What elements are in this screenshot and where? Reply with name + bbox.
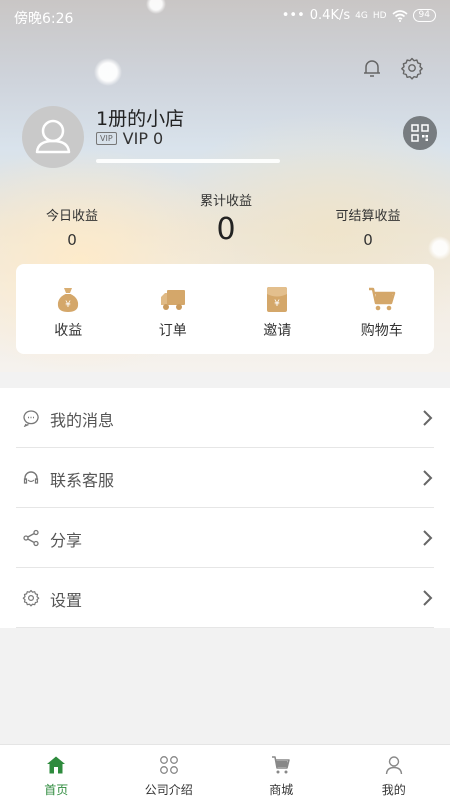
- shortcut-cart-label: 购物车: [360, 323, 403, 339]
- total-earnings-value: 0: [216, 212, 236, 247]
- shortcut-card: ¥ 收益 订单 ¥ 邀请 购物车: [16, 264, 434, 354]
- vip-row: VIP VIP 0: [96, 129, 163, 148]
- menu-item-support[interactable]: 联系客服: [16, 448, 434, 508]
- svg-text:¥: ¥: [274, 299, 280, 309]
- shortcut-earnings-label: 收益: [54, 323, 83, 339]
- today-earnings: 今日收益 0: [22, 205, 122, 249]
- shortcut-invite[interactable]: ¥ 邀请: [225, 264, 330, 354]
- nav-mine-label: 我的: [381, 783, 406, 797]
- message-icon: [23, 410, 39, 427]
- chevron-right-icon: [423, 470, 433, 486]
- gear-icon[interactable]: [400, 56, 424, 80]
- apps-icon: [159, 756, 178, 774]
- today-earnings-value: 0: [67, 231, 77, 249]
- qr-code-icon: [411, 124, 429, 142]
- shopping-cart-icon: [368, 287, 395, 311]
- default-user-icon: [35, 119, 71, 154]
- today-earnings-label: 今日收益: [45, 209, 98, 224]
- wifi-icon: [392, 9, 408, 22]
- nav-mall[interactable]: 商城: [225, 745, 338, 800]
- menu-list: 我的消息 联系客服 分享 设置: [0, 388, 450, 628]
- battery-indicator: 94: [412, 9, 436, 22]
- home-icon: [47, 756, 66, 774]
- chevron-right-icon: [423, 590, 433, 606]
- menu-label-settings: 设置: [50, 591, 83, 610]
- avatar[interactable]: [22, 106, 84, 168]
- settlable-earnings-label: 可结算收益: [335, 209, 401, 224]
- nav-home[interactable]: 首页: [0, 745, 113, 800]
- share-icon: [23, 529, 39, 547]
- status-time: 傍晚6:26: [14, 11, 74, 27]
- menu-label-support: 联系客服: [50, 471, 115, 490]
- svg-text:¥: ¥: [65, 300, 71, 310]
- menu-label-messages: 我的消息: [50, 411, 115, 430]
- nav-mall-label: 商城: [269, 783, 294, 797]
- chevron-right-icon: [423, 530, 433, 546]
- nav-mine[interactable]: 我的: [338, 745, 450, 800]
- settlable-earnings-value: 0: [363, 231, 373, 249]
- truck-icon: [160, 290, 185, 310]
- money-bag-icon: ¥: [58, 288, 79, 312]
- bottom-nav: 首页 公司介绍 商城 我的: [0, 744, 450, 800]
- signal-hd-icon: HD: [372, 10, 387, 21]
- menu-item-share[interactable]: 分享: [16, 508, 434, 568]
- shortcut-orders-label: 订单: [158, 323, 187, 339]
- nav-company-label: 公司介绍: [144, 783, 193, 797]
- red-envelope-icon: ¥: [267, 287, 288, 312]
- vip-progress-bar: [96, 159, 280, 163]
- vip-level: VIP 0: [122, 129, 164, 148]
- total-earnings: 累计收益 0: [176, 190, 276, 247]
- nav-home-label: 首页: [44, 783, 69, 797]
- menu-label-share: 分享: [50, 531, 83, 550]
- status-indicators: ••• 0.4K/s 4G HD 94: [282, 8, 436, 23]
- shop-name: 1册的小店: [96, 108, 185, 130]
- gear-icon: [22, 589, 40, 607]
- dots-icon: •••: [281, 8, 305, 23]
- vip-badge: VIP: [96, 132, 117, 145]
- status-bar: 傍晚6:26 ••• 0.4K/s 4G HD 94: [0, 0, 450, 32]
- menu-item-messages[interactable]: 我的消息: [16, 388, 434, 448]
- qr-code-button[interactable]: [403, 116, 437, 150]
- headset-icon: [23, 471, 39, 484]
- settlable-earnings: 可结算收益 0: [318, 205, 418, 249]
- cart-icon: [272, 756, 290, 774]
- chevron-right-icon: [423, 410, 433, 426]
- user-icon: [385, 756, 402, 775]
- signal-4g-icon: 4G: [355, 10, 368, 21]
- shortcut-orders[interactable]: 订单: [121, 264, 226, 354]
- bell-icon[interactable]: [360, 56, 384, 80]
- network-speed: 0.4K/s: [309, 8, 351, 23]
- menu-item-settings[interactable]: 设置: [16, 568, 434, 628]
- shortcut-invite-label: 邀请: [263, 323, 292, 339]
- nav-company[interactable]: 公司介绍: [113, 745, 226, 800]
- shortcut-earnings[interactable]: ¥ 收益: [16, 264, 121, 354]
- total-earnings-label: 累计收益: [199, 194, 252, 209]
- shortcut-cart[interactable]: 购物车: [330, 264, 435, 354]
